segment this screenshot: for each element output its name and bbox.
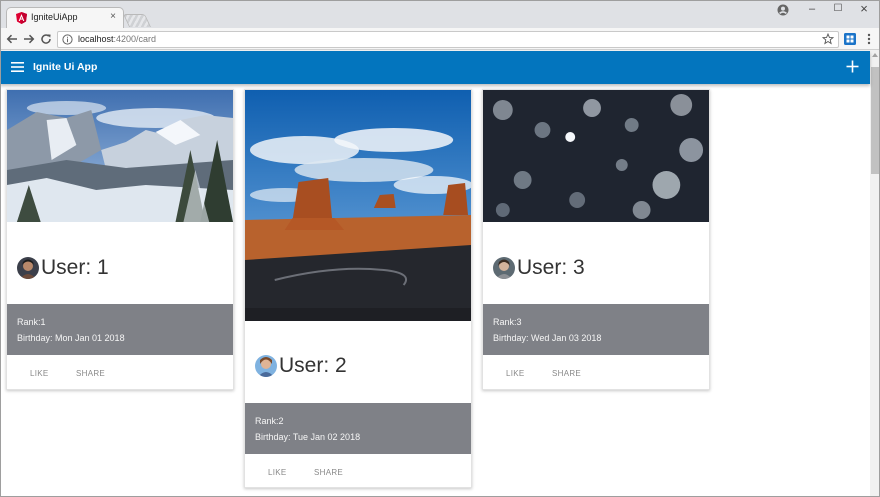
user-birthday: Birthday: Tue Jan 02 2018 xyxy=(255,432,361,442)
card-image-snowy-valley xyxy=(7,90,233,222)
forward-arrow-icon[interactable] xyxy=(21,31,37,47)
user-details: Rank:1 Birthday: Mon Jan 01 2018 xyxy=(7,304,233,355)
close-window-button[interactable]: × xyxy=(850,0,878,20)
back-arrow-icon[interactable] xyxy=(4,31,20,47)
app-title: Ignite Ui App xyxy=(33,61,98,73)
scrollbar-thumb[interactable] xyxy=(871,67,879,174)
card-actions: LIKE SHARE xyxy=(7,360,233,389)
user-details: Rank:3 Birthday: Wed Jan 03 2018 xyxy=(483,304,709,355)
user-title: User: 1 xyxy=(41,256,109,279)
maximize-button[interactable]: ☐ xyxy=(824,0,852,20)
url-host: localhost xyxy=(78,34,114,44)
user-birthday: Birthday: Mon Jan 01 2018 xyxy=(17,333,125,343)
scroll-up-arrow-icon[interactable] xyxy=(872,53,878,57)
user-header: User: 1 xyxy=(17,256,109,280)
share-button[interactable]: SHARE xyxy=(552,369,581,378)
tab-close-icon[interactable]: × xyxy=(110,11,116,23)
card-actions: LIKE SHARE xyxy=(245,459,471,487)
new-tab-button[interactable] xyxy=(122,14,152,27)
minimize-button[interactable]: – xyxy=(798,0,826,20)
card-actions: LIKE SHARE xyxy=(483,360,709,389)
user-avatar xyxy=(255,355,277,377)
user-rank: Rank:1 xyxy=(17,317,46,327)
user-card: User: 1 Rank:1 Birthday: Mon Jan 01 2018… xyxy=(6,89,234,390)
user-rank: Rank:2 xyxy=(255,416,284,426)
share-button[interactable]: SHARE xyxy=(314,468,343,477)
user-rank: Rank:3 xyxy=(493,317,522,327)
card-list: User: 1 Rank:1 Birthday: Mon Jan 01 2018… xyxy=(0,84,870,497)
like-button[interactable]: LIKE xyxy=(268,468,287,477)
user-header: User: 2 xyxy=(255,354,347,378)
like-button[interactable]: LIKE xyxy=(506,369,525,378)
user-avatar xyxy=(493,257,515,279)
menu-icon[interactable] xyxy=(11,61,24,73)
card-image-desert-buttes xyxy=(245,90,471,321)
user-avatar xyxy=(17,257,39,279)
app-bar: Ignite Ui App xyxy=(0,51,870,84)
user-card: User: 3 Rank:3 Birthday: Wed Jan 03 2018… xyxy=(482,89,710,390)
windows-extension-icon[interactable] xyxy=(844,33,856,45)
browser-tab-active[interactable]: IgniteUiApp × xyxy=(6,7,124,28)
share-button[interactable]: SHARE xyxy=(76,369,105,378)
url-path: :4200/card xyxy=(113,34,157,44)
tab-title: IgniteUiApp xyxy=(31,12,78,22)
add-icon[interactable] xyxy=(846,60,859,73)
user-birthday: Birthday: Wed Jan 03 2018 xyxy=(493,333,602,343)
card-image-snowy-forest xyxy=(483,90,709,222)
address-bar[interactable]: localhost:4200/card xyxy=(57,31,839,48)
user-title: User: 2 xyxy=(279,354,347,377)
page-scrollbar[interactable] xyxy=(870,51,880,497)
browser-menu-icon[interactable] xyxy=(864,32,874,46)
reload-icon[interactable] xyxy=(38,31,54,47)
browser-toolbar: localhost:4200/card xyxy=(0,28,880,50)
user-title: User: 3 xyxy=(517,256,585,279)
page-info-icon[interactable] xyxy=(62,34,73,45)
user-header: User: 3 xyxy=(493,256,585,280)
bookmark-star-icon[interactable] xyxy=(822,33,834,45)
angular-favicon-icon xyxy=(16,12,27,24)
url-text: localhost:4200/card xyxy=(78,34,156,44)
user-details: Rank:2 Birthday: Tue Jan 02 2018 xyxy=(245,403,471,454)
like-button[interactable]: LIKE xyxy=(30,369,49,378)
profile-icon[interactable] xyxy=(777,4,789,16)
user-card: User: 2 Rank:2 Birthday: Tue Jan 02 2018… xyxy=(244,89,472,488)
browser-tab-strip: IgniteUiApp × – ☐ × xyxy=(0,0,880,28)
